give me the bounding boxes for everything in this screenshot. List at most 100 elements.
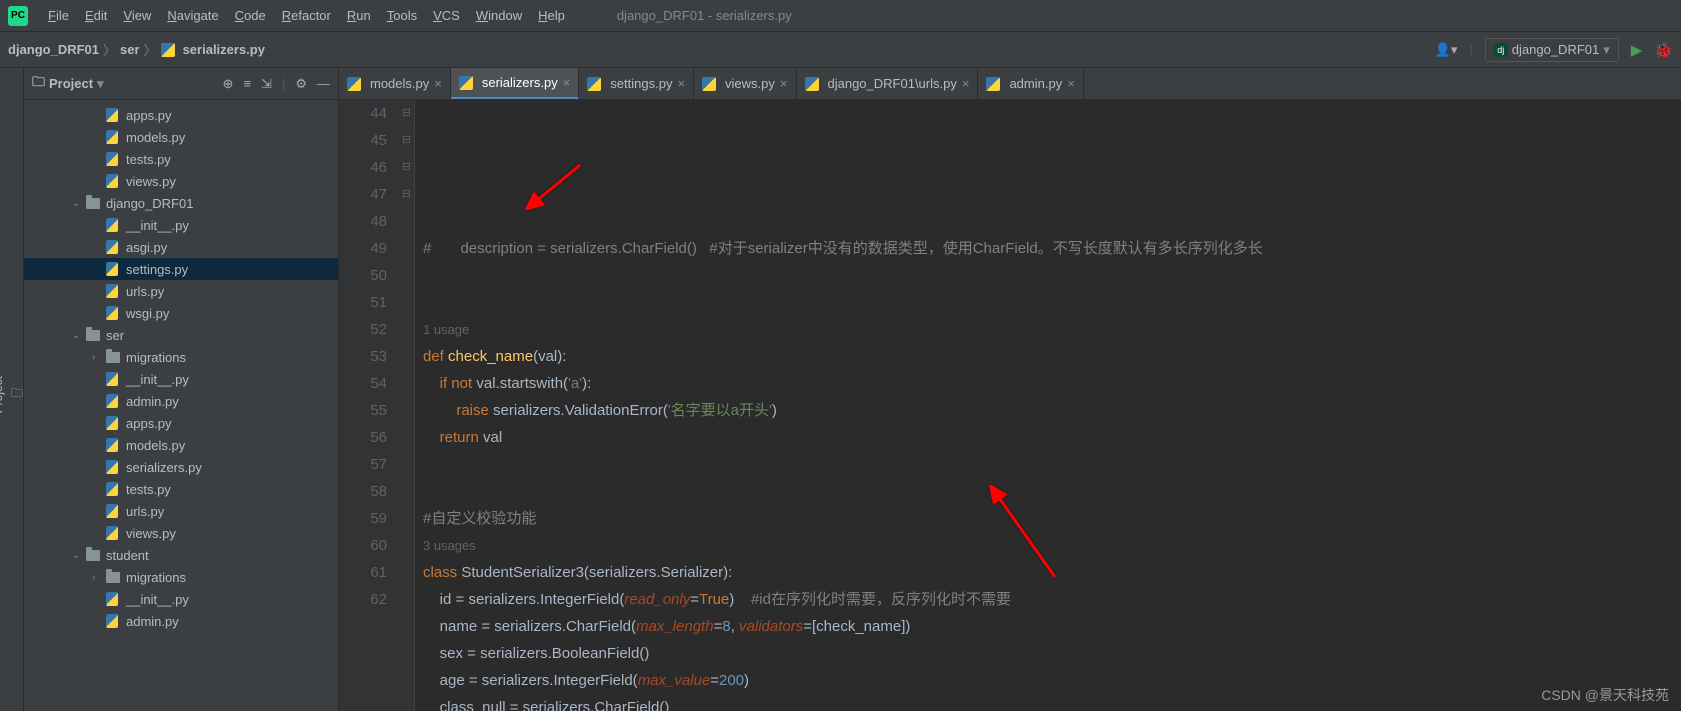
tree-item-label: settings.py (126, 262, 188, 277)
tree-item[interactable]: serializers.py (24, 456, 338, 478)
code-content[interactable]: # description = serializers.CharField() … (415, 100, 1681, 711)
tree-item[interactable]: apps.py (24, 412, 338, 434)
tree-item[interactable]: tests.py (24, 148, 338, 170)
run-config-selector[interactable]: dj django_DRF01 ▾ (1485, 38, 1619, 62)
tree-item[interactable]: apps.py (24, 104, 338, 126)
code-line[interactable]: name = serializers.CharField(max_length=… (423, 613, 1681, 640)
editor-tab[interactable]: admin.py× (978, 68, 1083, 99)
code-line[interactable] (423, 289, 1681, 316)
close-icon[interactable]: × (1067, 76, 1075, 91)
tree-item[interactable]: wsgi.py (24, 302, 338, 324)
python-icon (106, 614, 122, 628)
chevron-down-icon[interactable]: ▾ (97, 76, 104, 92)
menu-window[interactable]: Window (468, 5, 530, 26)
python-icon (106, 416, 122, 430)
code-line[interactable]: age = serializers.IntegerField(max_value… (423, 667, 1681, 694)
tree-item[interactable]: admin.py (24, 390, 338, 412)
locate-icon[interactable]: ⊕ (223, 76, 234, 92)
tree-item[interactable]: asgi.py (24, 236, 338, 258)
code-line[interactable]: id = serializers.IntegerField(read_only=… (423, 586, 1681, 613)
breadcrumb: django_DRF01 〉 ser 〉 serializers.py (8, 40, 265, 59)
editor-tab[interactable]: models.py× (339, 68, 451, 99)
hide-icon[interactable]: — (317, 76, 330, 92)
tree-item[interactable]: ⌄ser (24, 324, 338, 346)
code-line[interactable]: class_null = serializers.CharField() (423, 694, 1681, 711)
tree-item[interactable]: ⌄django_DRF01 (24, 192, 338, 214)
tree-item-label: models.py (126, 438, 185, 453)
expand-icon[interactable]: ≡ (243, 76, 251, 92)
tree-item[interactable]: models.py (24, 434, 338, 456)
editor-tab[interactable]: settings.py× (579, 68, 694, 99)
tree-item[interactable]: __init__.py (24, 368, 338, 390)
close-icon[interactable]: × (563, 75, 571, 90)
tree-item[interactable]: models.py (24, 126, 338, 148)
annotation-arrow-icon (985, 485, 1065, 585)
tree-item-label: student (106, 548, 149, 563)
app-logo: PC (8, 6, 28, 26)
tree-item[interactable]: __init__.py (24, 588, 338, 610)
collapse-icon[interactable]: ⇲ (261, 76, 272, 92)
code-line[interactable]: return val (423, 424, 1681, 451)
tree-item[interactable]: admin.py (24, 610, 338, 632)
tree-item-label: models.py (126, 130, 185, 145)
breadcrumb-folder[interactable]: ser (120, 42, 140, 57)
run-button[interactable]: ▶ (1631, 41, 1643, 59)
code-line[interactable] (423, 451, 1681, 478)
menu-refactor[interactable]: Refactor (274, 5, 339, 26)
menu-edit[interactable]: Edit (77, 5, 115, 26)
menu-navigate[interactable]: Navigate (159, 5, 226, 26)
tree-item-label: urls.py (126, 504, 164, 519)
tree-item[interactable]: urls.py (24, 500, 338, 522)
debug-button[interactable]: 🐞 (1654, 41, 1673, 59)
editor-tab[interactable]: views.py× (694, 68, 796, 99)
tree-item-label: __init__.py (126, 592, 189, 607)
user-icon[interactable]: 👤▾ (1435, 42, 1458, 58)
folder-icon: 🗀 (11, 384, 23, 405)
tree-item[interactable]: tests.py (24, 478, 338, 500)
folder-icon (86, 550, 102, 561)
menu-view[interactable]: View (115, 5, 159, 26)
project-tree[interactable]: apps.py models.py tests.py views.py ⌄django_… (24, 100, 338, 711)
fold-gutter[interactable]: ⊟⊟⊟⊟ (399, 100, 415, 711)
breadcrumb-file[interactable]: serializers.py (183, 42, 265, 57)
code-editor[interactable]: 44454647484950515253545556575859606162 ⊟… (339, 100, 1681, 711)
close-icon[interactable]: × (434, 76, 442, 91)
gear-icon[interactable]: ⚙ (295, 76, 307, 92)
tree-item[interactable]: __init__.py (24, 214, 338, 236)
tree-item-label: migrations (126, 350, 186, 365)
code-line[interactable]: if not val.startswith('a'): (423, 370, 1681, 397)
menu-code[interactable]: Code (227, 5, 274, 26)
tree-item-label: views.py (126, 174, 176, 189)
code-line[interactable]: 1 usage (423, 316, 1681, 343)
code-line[interactable] (423, 262, 1681, 289)
editor-tab[interactable]: django_DRF01\urls.py× (797, 68, 979, 99)
tree-item[interactable]: ⌄student (24, 544, 338, 566)
close-icon[interactable]: × (677, 76, 685, 91)
close-icon[interactable]: × (780, 76, 788, 91)
project-tool-tab[interactable]: 🗀 Project (0, 68, 24, 711)
python-icon (106, 152, 122, 166)
tree-item[interactable]: settings.py (24, 258, 338, 280)
tree-item[interactable]: ›migrations (24, 346, 338, 368)
code-line[interactable]: # description = serializers.CharField() … (423, 235, 1681, 262)
code-line[interactable]: def check_name(val): (423, 343, 1681, 370)
code-line[interactable]: sex = serializers.BooleanField() (423, 640, 1681, 667)
tree-item-label: asgi.py (126, 240, 167, 255)
tree-item-label: urls.py (126, 284, 164, 299)
editor-tab[interactable]: serializers.py× (451, 68, 579, 99)
breadcrumb-project[interactable]: django_DRF01 (8, 42, 99, 57)
menu-help[interactable]: Help (530, 5, 573, 26)
tree-item[interactable]: urls.py (24, 280, 338, 302)
tree-item-label: __init__.py (126, 372, 189, 387)
tree-item-label: ser (106, 328, 124, 343)
menu-file[interactable]: File (40, 5, 77, 26)
menu-vcs[interactable]: VCS (425, 5, 468, 26)
code-line[interactable]: raise serializers.ValidationError('名字要以a… (423, 397, 1681, 424)
tree-item[interactable]: ›migrations (24, 566, 338, 588)
menu-run[interactable]: Run (339, 5, 379, 26)
tree-item[interactable]: views.py (24, 170, 338, 192)
close-icon[interactable]: × (962, 76, 970, 91)
tree-item[interactable]: views.py (24, 522, 338, 544)
chevron-right-icon: 〉 (144, 40, 157, 59)
menu-tools[interactable]: Tools (379, 5, 425, 26)
